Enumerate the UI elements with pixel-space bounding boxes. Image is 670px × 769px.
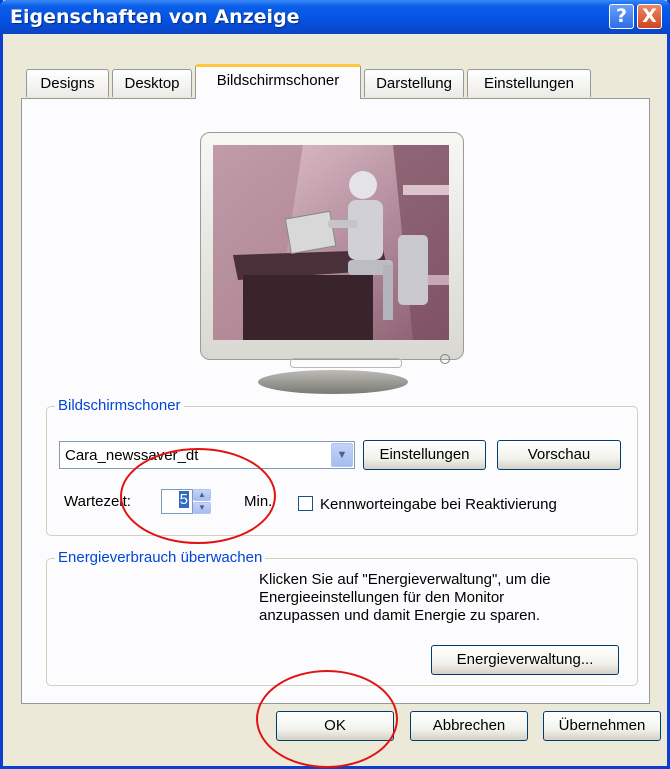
close-icon: X [642, 5, 657, 27]
power-led-icon [440, 354, 450, 364]
cancel-button[interactable]: Abbrechen [410, 711, 528, 741]
title-bar[interactable]: Eigenschaften von Anzeige ? X [0, 0, 670, 34]
screensaver-settings-button[interactable]: Einstellungen [363, 440, 486, 470]
preview-button[interactable]: Vorschau [497, 440, 621, 470]
energy-text-line: Energieeinstellungen für den Monitor [259, 589, 505, 606]
annotation-circle-wait-time [120, 448, 276, 544]
screensaver-preview-image [213, 145, 449, 340]
window-title: Eigenschaften von Anzeige [10, 6, 300, 28]
monitor-vent [290, 358, 402, 368]
energy-description: Klicken Sie auf "Energieverwaltung", um … [259, 571, 619, 625]
help-icon: ? [615, 5, 628, 27]
close-button[interactable]: X [637, 4, 662, 29]
energy-text-line: Klicken Sie auf "Energieverwaltung", um … [259, 571, 551, 588]
tab-einstellungen[interactable]: Einstellungen [467, 69, 591, 97]
apply-button[interactable]: Übernehmen [543, 711, 661, 741]
chevron-down-icon[interactable]: ▼ [331, 443, 353, 467]
tab-darstellung[interactable]: Darstellung [364, 69, 464, 97]
tab-bildschirmschoner[interactable]: Bildschirmschoner [195, 64, 361, 99]
password-checkbox-label[interactable]: Kennworteingabe bei Reaktivierung [320, 496, 557, 513]
annotation-circle-ok [256, 670, 398, 768]
screensaver-group-legend: Bildschirmschoner [55, 397, 184, 415]
tab-desktop[interactable]: Desktop [112, 69, 192, 97]
tab-designs[interactable]: Designs [26, 69, 109, 97]
help-button[interactable]: ? [609, 4, 634, 29]
energy-text-line: anzupassen und damit Energie zu sparen. [259, 607, 541, 624]
power-management-button[interactable]: Energieverwaltung... [431, 645, 619, 675]
preview-scene-icon [213, 145, 449, 340]
monitor-stand [258, 370, 408, 394]
energy-group-legend: Energieverbrauch überwachen [55, 549, 266, 567]
password-checkbox[interactable] [298, 496, 313, 511]
